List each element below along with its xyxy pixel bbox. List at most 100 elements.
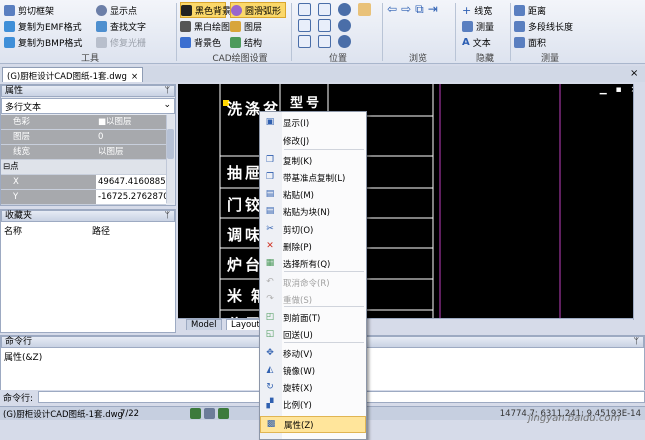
menu-item-label: 带基准点复制(L): [283, 173, 346, 184]
polyline-length-button[interactable]: 多段线长度: [514, 18, 573, 34]
menu-item[interactable]: ▣ 显示(I): [260, 114, 366, 131]
ortho-icon[interactable]: [218, 408, 229, 419]
property-row[interactable]: Y-16725.27628704: [1, 190, 166, 205]
close-icon[interactable]: ×: [131, 72, 138, 82]
cell-door-hinge: 门铰: [227, 196, 264, 214]
menu-item[interactable]: ↻ 旋转(X): [260, 379, 366, 396]
area-button[interactable]: 面积: [514, 34, 573, 50]
arrow-left-icon[interactable]: ⇦: [387, 3, 397, 15]
zoom-fit-icon[interactable]: [318, 19, 331, 32]
cad-settings-group: 黑色背景 黑白绘图 背景色: [180, 2, 231, 50]
property-row[interactable]: 色彩 ■以图层: [1, 115, 166, 130]
property-value[interactable]: 0: [96, 130, 166, 144]
copy-icon: ❐: [265, 155, 275, 165]
smooth-arc-icon: [231, 4, 242, 16]
copy-emf-button[interactable]: 复制为EMF格式: [4, 18, 82, 34]
structure-button[interactable]: 结构: [230, 34, 286, 50]
close-all-icon[interactable]: ×: [630, 68, 638, 79]
menu-item[interactable]: ✕ 删除(P): [260, 238, 366, 255]
properties-scrollbar[interactable]: [166, 115, 174, 203]
zoom-extents-icon[interactable]: [298, 3, 311, 16]
rotate-view-icon[interactable]: [298, 35, 311, 48]
distance-button[interactable]: 距离: [514, 2, 573, 18]
property-value[interactable]: [96, 160, 166, 174]
smooth-arc-button[interactable]: 圆滑弧形: [230, 2, 286, 18]
black-background-button[interactable]: 黑色背景: [180, 2, 231, 18]
property-value[interactable]: 49647.41608859: [96, 175, 166, 189]
zoom-prev-icon[interactable]: [298, 19, 311, 32]
menu-item[interactable]: ❐ 带基准点复制(L): [260, 169, 366, 186]
object-type-select[interactable]: 多行文本 ⌄: [1, 98, 175, 114]
bw-drawing-button[interactable]: 黑白绘图: [180, 18, 230, 34]
pin-icon[interactable]: ᛘ: [165, 86, 174, 96]
find-text-icon: [96, 20, 107, 32]
menu-item-label: 删除(P): [283, 242, 312, 253]
status-page: 7/22: [120, 408, 140, 419]
menu-item-label: 移动(V): [283, 349, 313, 360]
pin-icon[interactable]: ᛘ: [634, 337, 643, 347]
line-width-button[interactable]: + 线宽: [462, 2, 494, 18]
zoom-window-icon[interactable]: [318, 3, 331, 16]
property-value[interactable]: 以图层: [96, 145, 166, 159]
ribbon-separator: [291, 3, 292, 61]
menu-item[interactable]: ▦ 选择所有(Q): [260, 255, 366, 272]
snap-icon[interactable]: [190, 408, 201, 419]
copy-emf-icon: [4, 20, 15, 32]
repair-raster-icon: [96, 36, 107, 48]
property-key: ⊟点: [1, 160, 96, 174]
show-point-button[interactable]: 显示点: [96, 2, 146, 18]
canvas-vertical-scrollbar[interactable]: [633, 84, 645, 320]
scroll-thumb[interactable]: [167, 129, 174, 159]
find-text-button[interactable]: 查找文字: [96, 18, 146, 34]
cut-frame-button[interactable]: 剪切框架: [4, 2, 82, 18]
measure-toggle-button[interactable]: 测量: [462, 18, 494, 34]
copy-bmp-button[interactable]: 复制为BMP格式: [4, 34, 82, 50]
drawing-canvas[interactable]: 洗涤盆 型号 抽屉轨 门铰 调味拉 炉台拉 米箱 公用 ▁ ▪ × Model …: [178, 84, 645, 330]
menu-item[interactable]: ❐ 复制(K): [260, 152, 366, 169]
menu-item[interactable]: ↶ 取消命令(R): [260, 274, 366, 291]
property-row[interactable]: 线宽 以图层: [1, 145, 166, 160]
path-column-header[interactable]: 路径: [92, 224, 110, 237]
pin-icon[interactable]: ᛘ: [165, 211, 174, 221]
rotate-icon: ↻: [266, 382, 274, 392]
mirror-icon: ◭: [266, 365, 274, 375]
export-icon[interactable]: ⇥: [428, 3, 438, 15]
view-3d-icon[interactable]: [318, 35, 331, 48]
zoom-out-icon[interactable]: [338, 19, 351, 32]
property-row[interactable]: 图层 0: [1, 130, 166, 145]
menu-item[interactable]: ▞ 比例(Y): [260, 396, 366, 413]
layers-button[interactable]: 图层: [230, 18, 286, 34]
menu-item[interactable]: 修改(J): [260, 132, 366, 149]
arrow-right-icon[interactable]: ⇨: [401, 3, 411, 15]
menu-item[interactable]: ◱ 回送(U): [260, 326, 366, 343]
menu-item[interactable]: ▩ 属性(Z): [260, 416, 366, 433]
background-color-button[interactable]: 背景色: [180, 34, 230, 50]
layout-tab-bar: Model Layout1: [178, 318, 645, 330]
grid-icon[interactable]: [204, 408, 215, 419]
tab-model[interactable]: Model: [186, 319, 222, 330]
document-tab[interactable]: (G)厨柜设计CAD图纸-1套.dwg ×: [2, 67, 144, 82]
name-column-header[interactable]: 名称: [4, 224, 92, 237]
pan-hand-icon[interactable]: [358, 3, 371, 16]
property-row[interactable]: X 49647.41608859: [1, 175, 166, 190]
properties-icon: ▩: [266, 419, 276, 429]
text-toggle-button[interactable]: A 文本: [462, 34, 494, 50]
menu-item[interactable]: ▤ 粘贴(M): [260, 186, 366, 203]
property-value[interactable]: ■以图层: [96, 115, 166, 129]
zoom-icon[interactable]: [338, 35, 351, 48]
measure-group: 距离 多段线长度 面积: [514, 2, 573, 50]
property-value[interactable]: -16725.27628704: [96, 190, 166, 204]
tools-group-label: 工具: [80, 54, 99, 64]
repair-raster-button[interactable]: 修复光栅: [96, 34, 146, 50]
menu-item[interactable]: ✥ 移动(V): [260, 345, 366, 362]
menu-item[interactable]: ✂ 剪切(O): [260, 221, 366, 238]
menu-item[interactable]: ↷ 重做(S): [260, 291, 366, 308]
area-icon: [514, 36, 525, 48]
refresh-icon[interactable]: ⧉: [415, 3, 424, 15]
menu-item[interactable]: ◰ 到前面(T): [260, 309, 366, 326]
menu-item[interactable]: ◭ 镜像(W): [260, 362, 366, 379]
zoom-in-icon[interactable]: [338, 3, 351, 16]
background-color-icon: [180, 36, 191, 48]
property-row[interactable]: ⊟点: [1, 160, 166, 175]
menu-item[interactable]: ▤ 粘贴为块(N): [260, 203, 366, 220]
